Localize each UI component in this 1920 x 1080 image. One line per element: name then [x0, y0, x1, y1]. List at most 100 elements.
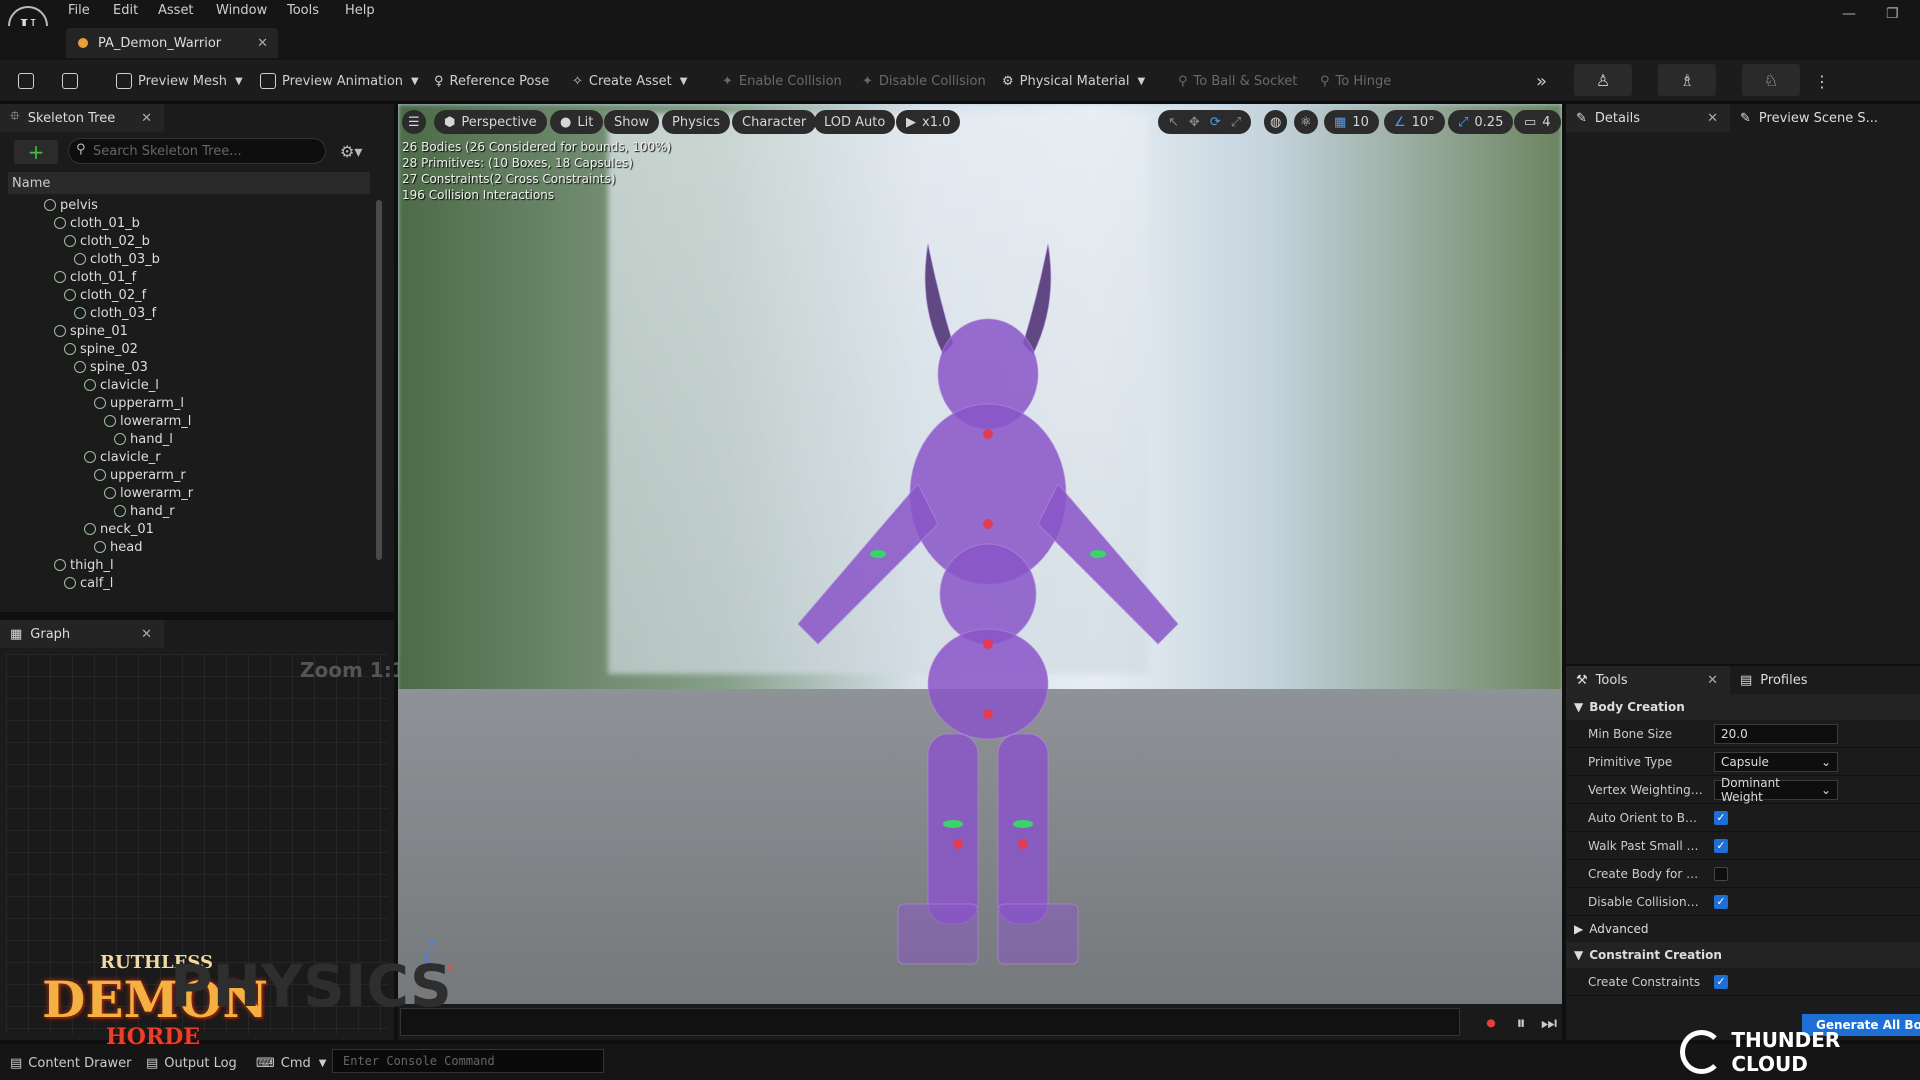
graph-tab[interactable]: ▦ Graph ✕ — [0, 620, 164, 648]
menu-asset[interactable]: Asset — [158, 3, 194, 18]
body-creation-section[interactable]: ▼ Body Creation — [1566, 694, 1920, 720]
disable-collision-button[interactable]: ✦ Disable Collision — [862, 69, 986, 93]
console-command-input[interactable]: Enter Console Command — [332, 1049, 604, 1073]
close-tools-icon[interactable]: ✕ — [1707, 673, 1718, 688]
bone-row[interactable]: spine_02 — [16, 340, 372, 358]
create-body-checkbox[interactable] — [1714, 866, 1728, 881]
close-tab-icon[interactable]: ✕ — [257, 36, 268, 51]
viewport-options-button[interactable]: ☰ — [402, 110, 426, 134]
bone-row[interactable]: upperarm_r — [16, 466, 372, 484]
camera-speed-button[interactable]: ▭ 4 — [1514, 110, 1561, 134]
preview-animation-button[interactable]: Preview Animation ▼ — [260, 69, 419, 93]
animation-mode-icon[interactable]: ♘ — [1742, 64, 1800, 96]
auto-orient-checkbox[interactable]: ✓ — [1714, 810, 1728, 825]
surface-snap-icon[interactable]: ⚛ — [1294, 110, 1318, 134]
bone-row[interactable]: spine_03 — [16, 358, 372, 376]
skeleton-tree-header[interactable]: Name — [8, 172, 370, 194]
document-tab[interactable]: PA_Demon_Warrior ✕ — [66, 28, 278, 58]
preview-mesh-button[interactable]: Preview Mesh ▼ — [116, 69, 243, 93]
tools-tab[interactable]: ⚒ Tools ✕ — [1566, 666, 1730, 694]
add-bone-button[interactable]: + — [14, 140, 58, 164]
minimize-icon[interactable]: — — [1842, 6, 1856, 22]
reference-pose-button[interactable]: ♀ Reference Pose — [434, 69, 549, 93]
bone-row[interactable]: lowerarm_l — [16, 412, 372, 430]
mesh-mode-icon[interactable]: ♗ — [1658, 64, 1716, 96]
advanced-section[interactable]: ▶ Advanced — [1566, 916, 1920, 942]
skeleton-tree-scrollbar[interactable] — [376, 200, 382, 560]
content-drawer-button[interactable]: ▤ Content Drawer — [10, 1052, 131, 1074]
perspective-button[interactable]: ⬢ Perspective — [434, 110, 547, 134]
close-skeleton-tree-icon[interactable]: ✕ — [141, 111, 152, 126]
settings-gear-icon[interactable]: ⚙▾ — [340, 142, 362, 161]
cmd-dropdown[interactable]: ⌨ Cmd ▼ — [256, 1052, 326, 1074]
bone-row[interactable]: pelvis — [16, 196, 372, 214]
select-icon[interactable]: ↖ — [1168, 115, 1179, 130]
rotate-icon[interactable]: ⟳ — [1210, 115, 1221, 130]
scale-icon[interactable]: ⤢ — [1231, 115, 1241, 130]
more-tools-icon[interactable]: » — [1536, 69, 1547, 93]
output-log-button[interactable]: ▤ Output Log — [146, 1052, 237, 1074]
bone-row[interactable]: lowerarm_r — [16, 484, 372, 502]
walk-past-checkbox[interactable]: ✓ — [1714, 838, 1728, 853]
menu-window[interactable]: Window — [216, 3, 267, 18]
playback-speed-button[interactable]: ▶ x1.0 — [896, 110, 961, 134]
vertex-weighting-select[interactable]: Dominant Weight ⌄ — [1714, 776, 1838, 804]
skeleton-mode-icon[interactable]: ♙ — [1574, 64, 1632, 96]
bone-row[interactable]: hand_l — [16, 430, 372, 448]
step-forward-icon[interactable]: ⏭ — [1538, 1012, 1560, 1034]
bone-row[interactable]: upperarm_l — [16, 394, 372, 412]
record-icon[interactable]: ⏺ — [1480, 1012, 1502, 1034]
bone-row[interactable]: calf_l — [16, 574, 372, 592]
create-constraints-checkbox[interactable]: ✓ — [1714, 974, 1728, 989]
constraint-creation-section[interactable]: ▼ Constraint Creation — [1566, 942, 1920, 968]
close-details-icon[interactable]: ✕ — [1707, 111, 1718, 126]
preview-viewport[interactable] — [398, 104, 1562, 1004]
show-button[interactable]: Show — [604, 110, 660, 134]
menu-tools[interactable]: Tools — [287, 3, 319, 18]
menu-file[interactable]: File — [68, 3, 90, 18]
enable-collision-button[interactable]: ✦ Enable Collision — [722, 69, 842, 93]
bone-row[interactable]: cloth_01_b — [16, 214, 372, 232]
move-icon[interactable]: ✥ — [1189, 115, 1200, 130]
menu-edit[interactable]: Edit — [113, 3, 138, 18]
skeleton-search-input[interactable]: Search Skeleton Tree... — [68, 138, 326, 164]
save-icon[interactable] — [18, 69, 34, 93]
bone-row[interactable]: neck_01 — [16, 520, 372, 538]
kebab-menu-icon[interactable]: ⋮ — [1814, 69, 1830, 93]
physics-button[interactable]: Physics — [662, 110, 731, 134]
transform-tools[interactable]: ↖ ✥ ⟳ ⤢ — [1158, 110, 1252, 134]
primitive-type-select[interactable]: Capsule ⌄ — [1714, 751, 1838, 772]
grid-snap-button[interactable]: ▦ 10 — [1324, 110, 1379, 134]
disable-collisions-checkbox[interactable]: ✓ — [1714, 894, 1728, 909]
bone-row[interactable]: clavicle_r — [16, 448, 372, 466]
rotation-snap-button[interactable]: ∠ 10° — [1384, 110, 1445, 134]
bone-row[interactable]: cloth_02_b — [16, 232, 372, 250]
restore-icon[interactable]: ❐ — [1886, 6, 1899, 22]
bone-row[interactable]: head — [16, 538, 372, 556]
skeleton-tree-tab[interactable]: ⯐ Skeleton Tree ✕ — [0, 104, 164, 132]
preview-scene-tab[interactable]: ✎ Preview Scene S... — [1730, 104, 1916, 132]
bone-row[interactable]: spine_01 — [16, 322, 372, 340]
to-hinge-button[interactable]: ⚲ To Hinge — [1320, 69, 1391, 93]
bone-row[interactable]: cloth_03_f — [16, 304, 372, 322]
bone-row[interactable]: hand_r — [16, 502, 372, 520]
timeline-scrubber[interactable] — [400, 1008, 1460, 1036]
demon-warrior-mesh[interactable] — [778, 224, 1198, 984]
character-button[interactable]: Character — [732, 110, 817, 134]
lit-button[interactable]: ● Lit — [550, 110, 604, 134]
bone-row[interactable]: cloth_02_f — [16, 286, 372, 304]
world-local-icon[interactable]: ◍ — [1264, 110, 1288, 134]
profiles-tab[interactable]: ▤ Profiles — [1730, 666, 1916, 694]
min-bone-size-input[interactable]: 20.0 — [1714, 723, 1838, 744]
physical-material-button[interactable]: ⚙ Physical Material ▼ — [1002, 69, 1145, 93]
scale-snap-button[interactable]: ⤢ 0.25 — [1448, 110, 1514, 134]
details-tab[interactable]: ✎ Details ✕ — [1566, 104, 1730, 132]
bone-row[interactable]: thigh_l — [16, 556, 372, 574]
bone-row[interactable]: cloth_01_f — [16, 268, 372, 286]
bone-row[interactable]: clavicle_l — [16, 376, 372, 394]
browse-icon[interactable] — [62, 69, 78, 93]
create-asset-button[interactable]: ✧ Create Asset ▼ — [572, 69, 687, 93]
menu-help[interactable]: Help — [345, 3, 375, 18]
close-graph-icon[interactable]: ✕ — [141, 627, 152, 642]
bone-row[interactable]: cloth_03_b — [16, 250, 372, 268]
